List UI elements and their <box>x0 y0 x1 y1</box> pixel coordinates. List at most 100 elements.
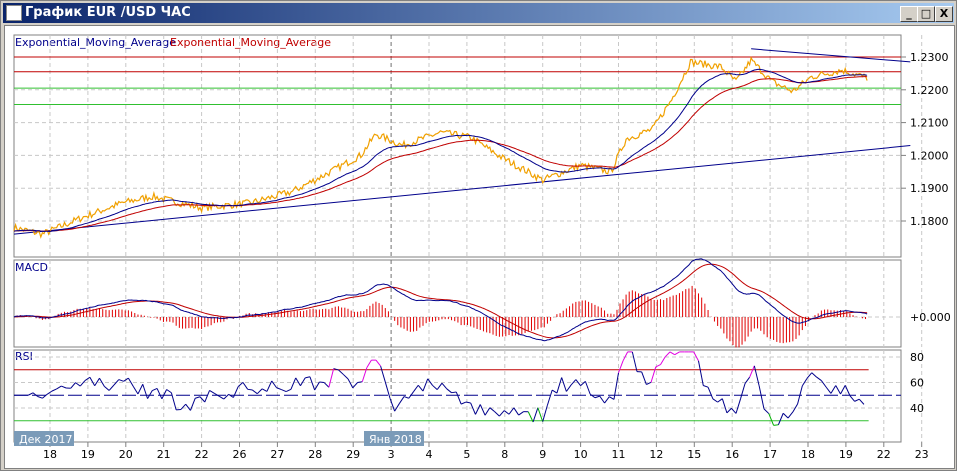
rsi-segment <box>384 381 391 399</box>
rsi-segment <box>513 407 520 416</box>
rsi-segment <box>261 388 268 392</box>
rsi-segment <box>338 369 344 375</box>
rsi-segment <box>70 382 76 389</box>
ema-slow-series <box>13 76 868 232</box>
x-tick-label: 20 <box>119 448 133 461</box>
rsi-segment <box>735 398 742 414</box>
panel-frame-1 <box>13 259 902 348</box>
rsi-segment <box>441 382 448 390</box>
rsi-segment <box>218 395 225 400</box>
rsi-segment <box>763 408 770 414</box>
rsi-segment <box>56 385 62 390</box>
rsi-segment <box>142 384 149 399</box>
rsi-segment <box>256 388 263 395</box>
y-tick-label: 1.2300 <box>910 51 949 64</box>
rsi-segment <box>328 368 335 388</box>
x-tick-label: 8 <box>501 448 508 461</box>
maximize-button[interactable]: □ <box>917 6 935 22</box>
x-tick-label: 19 <box>81 448 95 461</box>
title-bar: График EUR /USD ЧАС _ □ X <box>3 3 954 23</box>
rsi-segment <box>499 410 505 417</box>
rsi-segment <box>147 390 153 399</box>
rsi-segment <box>773 424 779 426</box>
rsi-segment <box>726 407 732 414</box>
rsi-segment <box>712 398 718 403</box>
rsi-segment <box>89 377 96 387</box>
rsi-segment <box>75 382 81 387</box>
close-button[interactable]: X <box>935 6 953 22</box>
x-tick-label: 10 <box>574 448 588 461</box>
rsi-segment <box>674 351 680 356</box>
price-series <box>13 56 868 239</box>
rsi-segment <box>195 396 201 399</box>
chart-canvas[interactable]: Exponential_Moving_Average Exponential_M… <box>4 25 955 469</box>
rsi-segment <box>660 356 666 365</box>
rsi-segment <box>342 373 349 380</box>
chart-svg[interactable]: Exponential_Moving_Average Exponential_M… <box>5 26 954 468</box>
rsi-segment <box>561 377 567 392</box>
rsi-segment <box>166 389 172 394</box>
rsi-segment <box>285 388 292 393</box>
rsi-segment <box>594 395 600 399</box>
rsi-segment <box>281 389 287 393</box>
rsi-segment <box>455 391 462 405</box>
rsi-segment <box>403 396 409 399</box>
rsi-segment <box>475 404 481 415</box>
rsi-segment <box>740 383 746 399</box>
rsi-segment <box>394 403 400 412</box>
rsi-segment <box>413 384 419 392</box>
rsi-segment <box>104 385 110 391</box>
rsi-segment <box>295 377 301 386</box>
rsi-segment <box>347 378 354 389</box>
rsi-segment <box>854 398 860 402</box>
rsi-segment <box>61 385 67 389</box>
rsi-segment <box>290 377 297 390</box>
rsi-segment <box>199 396 206 403</box>
y-tick-label: 1.2000 <box>910 149 949 162</box>
rsi-segment <box>118 379 124 382</box>
x-tick-label: 16 <box>725 448 739 461</box>
x-tick-label: 17 <box>763 448 777 461</box>
rsi-segment <box>380 365 386 383</box>
rsi-segment <box>565 384 572 392</box>
rsi-segment <box>849 395 855 402</box>
rsi-segment <box>209 389 215 394</box>
y-tick-label: 1.2200 <box>910 84 949 97</box>
rsi-segment <box>830 385 837 394</box>
rsi-segment <box>32 392 38 397</box>
x-tick-label: 28 <box>308 448 322 461</box>
rsi-segment <box>584 381 591 395</box>
rsi-segment <box>811 372 817 378</box>
rsi-segment <box>731 407 737 414</box>
rsi-segment <box>484 407 491 416</box>
rsi-segment <box>204 390 211 403</box>
rsi-segment <box>470 402 476 415</box>
rsi-segment <box>252 389 258 395</box>
rsi-segment <box>494 411 500 417</box>
rsi-segment <box>309 376 316 391</box>
rsi-segment <box>777 413 784 425</box>
window-title: График EUR /USD ЧАС <box>25 5 191 20</box>
x-tick-label: 29 <box>346 448 360 461</box>
rsi-segment <box>551 389 558 394</box>
rsi-segment <box>618 360 624 374</box>
rsi-segment <box>840 385 846 395</box>
x-tick-label: 5 <box>463 448 470 461</box>
rsi-segment <box>532 407 539 423</box>
rsi-segment <box>599 395 605 404</box>
rsi-segment <box>242 382 249 390</box>
rsi-segment <box>664 351 671 358</box>
rsi-y-label: 80 <box>910 351 924 364</box>
rsi-segment <box>432 384 438 390</box>
rsi-segment <box>37 396 43 399</box>
x-tick-label: 21 <box>157 448 171 461</box>
minimize-button[interactable]: _ <box>900 6 918 22</box>
rsi-segment <box>375 359 382 367</box>
x-tick-label: 26 <box>233 448 247 461</box>
ema-fast-series <box>13 68 868 232</box>
x-tick-label: 11 <box>612 448 626 461</box>
rsi-segment <box>436 382 443 390</box>
x-tick-label: 23 <box>915 448 929 461</box>
rsi-segment <box>132 386 139 395</box>
rsi-segment <box>398 396 405 404</box>
